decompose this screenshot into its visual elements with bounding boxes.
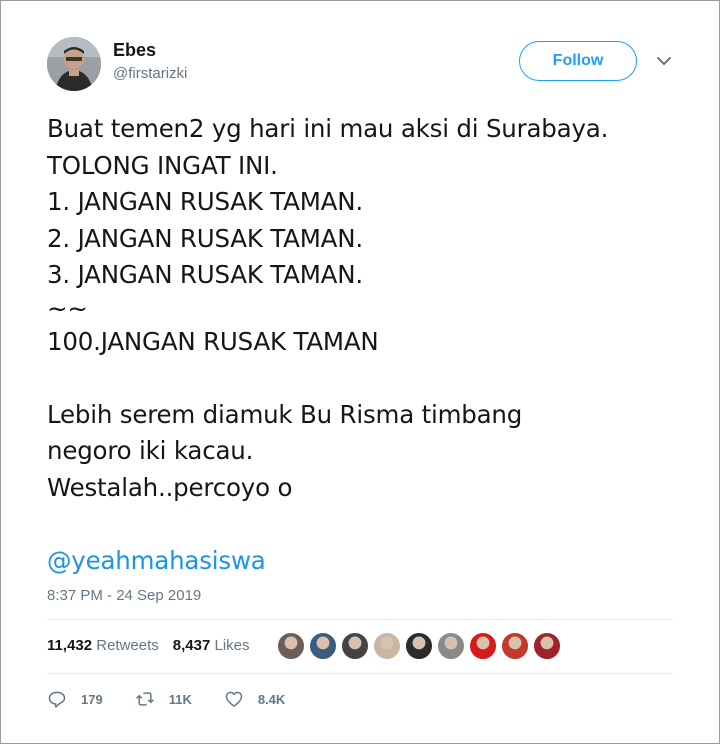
like-action-count: 8.4K [257,691,286,707]
like-button[interactable]: 8.4K [224,689,285,709]
retweet-count: 11,432 [47,637,93,654]
liker-avatars [277,632,565,660]
tweet-line: Lebih serem diamuk Bu Risma timbang [47,399,523,429]
retweet-label: Retweets [96,637,159,654]
like-label: Likes [214,637,250,654]
follow-button[interactable]: Follow [519,41,637,81]
tweet-timestamp[interactable]: 8:37 PM - 24 Sep 2019 [47,587,201,604]
tweet-card: Ebes @firstarizki Follow Buat temen2 yg … [0,0,720,744]
liker-avatar[interactable] [469,632,497,660]
liker-avatar[interactable] [277,632,305,660]
tweet-line: Westalah..percoyo o [47,472,293,502]
tweet-line: TOLONG INGAT INI. [47,150,278,180]
author-avatar[interactable] [47,37,101,91]
liker-avatar[interactable] [405,632,433,660]
tweet-line: negoro iki kacau. [47,436,254,465]
retweet-button[interactable]: 11K [135,689,192,709]
tweet-line: Buat temen2 yg hari ini mau aksi di Sura… [47,114,609,143]
tweet-line: 3. JANGAN RUSAK TAMAN. [47,260,363,289]
engagement-stats: 11,432 Retweets 8,437 Likes [47,637,250,654]
tweet-line: 1. JANGAN RUSAK TAMAN. [47,187,363,216]
like-stat[interactable]: 8,437 Likes [173,637,250,654]
retweet-action-count: 11K [168,691,192,707]
liker-avatar[interactable] [341,632,369,660]
liker-avatar[interactable] [309,632,337,660]
reply-button[interactable]: 179 [47,689,103,709]
tweet-text: Buat temen2 yg hari ini mau aksi di Sura… [47,111,687,579]
reply-count: 179 [81,691,103,707]
mention-link[interactable]: @yeahmahasiswa [47,543,687,580]
action-bar: 179 11K 8.4K [47,689,317,709]
tweet-line: 2. JANGAN RUSAK TAMAN. [47,223,363,253]
liker-avatar[interactable] [437,632,465,660]
tweet-line: ~~ [47,293,88,323]
author-name[interactable]: Ebes [113,40,156,61]
divider [47,619,673,620]
author-handle[interactable]: @firstarizki [113,65,187,82]
chevron-down-icon[interactable] [656,55,672,67]
tweet-line: 100.JANGAN RUSAK TAMAN [47,326,379,356]
divider [47,673,673,674]
retweet-stat[interactable]: 11,432 Retweets [47,637,159,654]
like-count: 8,437 [172,637,211,654]
reply-icon [48,691,66,708]
retweet-icon [135,692,154,706]
liker-avatar[interactable] [501,632,529,660]
heart-icon [225,691,243,707]
liker-avatar[interactable] [373,632,401,660]
liker-avatar[interactable] [533,632,561,660]
